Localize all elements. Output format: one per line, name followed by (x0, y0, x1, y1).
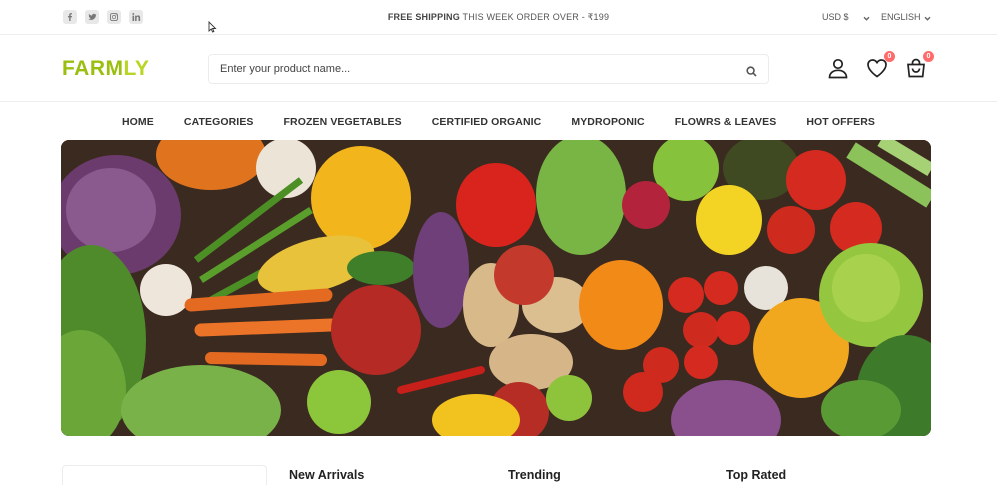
top-bar: FREE SHIPPING THIS WEEK ORDER OVER - ₹19… (0, 0, 997, 35)
section-title-top-rated: Top Rated (726, 468, 787, 482)
nav-item-certified-organic[interactable]: CERTIFIED ORGANIC (432, 116, 542, 128)
language-label: ENGLISH (881, 12, 921, 22)
chevron-down-icon (924, 14, 931, 21)
main-nav: HOME CATEGORIES FROZEN VEGETABLES CERTIF… (0, 103, 997, 140)
cart-button[interactable]: 0 (904, 51, 934, 80)
section-title-new-arrivals: New Arrivals (289, 468, 365, 482)
nav-item-flowrs-leaves[interactable]: FLOWRS & LEAVES (675, 116, 777, 128)
section-title-trending: Trending (508, 468, 561, 482)
currency-selector[interactable]: USD $ (822, 12, 870, 22)
wishlist-count-badge: 0 (884, 51, 895, 62)
account-icon[interactable] (826, 56, 850, 80)
hero-vegetables-image (61, 140, 931, 436)
nav-item-frozen-vegetables[interactable]: FROZEN VEGETABLES (284, 116, 402, 128)
site-logo[interactable]: FARMLY (62, 57, 149, 81)
nav-item-home[interactable]: HOME (122, 116, 154, 128)
shipping-notice-bold: FREE SHIPPING (387, 12, 460, 22)
shipping-notice-text: THIS WEEK ORDER OVER - ₹199 (459, 12, 610, 22)
nav-item-mydroponic[interactable]: MYDROPONIC (571, 116, 644, 128)
cart-count-badge: 0 (923, 51, 934, 62)
search-input[interactable] (209, 56, 729, 82)
logo-text-ly: LY (123, 57, 150, 80)
nav-item-hot-offers[interactable]: HOT OFFERS (806, 116, 875, 128)
logo-text-farm: FARM (62, 57, 124, 80)
wishlist-button[interactable]: 0 (865, 51, 895, 80)
sidebar-panel (62, 465, 267, 485)
language-selector[interactable]: ENGLISH (881, 12, 931, 22)
search-bar (208, 54, 769, 84)
chevron-down-icon (863, 14, 870, 21)
currency-label: USD $ (822, 12, 849, 22)
nav-item-categories[interactable]: CATEGORIES (184, 116, 254, 128)
mouse-cursor-icon (208, 21, 217, 33)
search-icon[interactable] (746, 64, 757, 77)
main-header: FARMLY 0 0 (0, 36, 997, 102)
hero-banner[interactable] (61, 140, 931, 436)
